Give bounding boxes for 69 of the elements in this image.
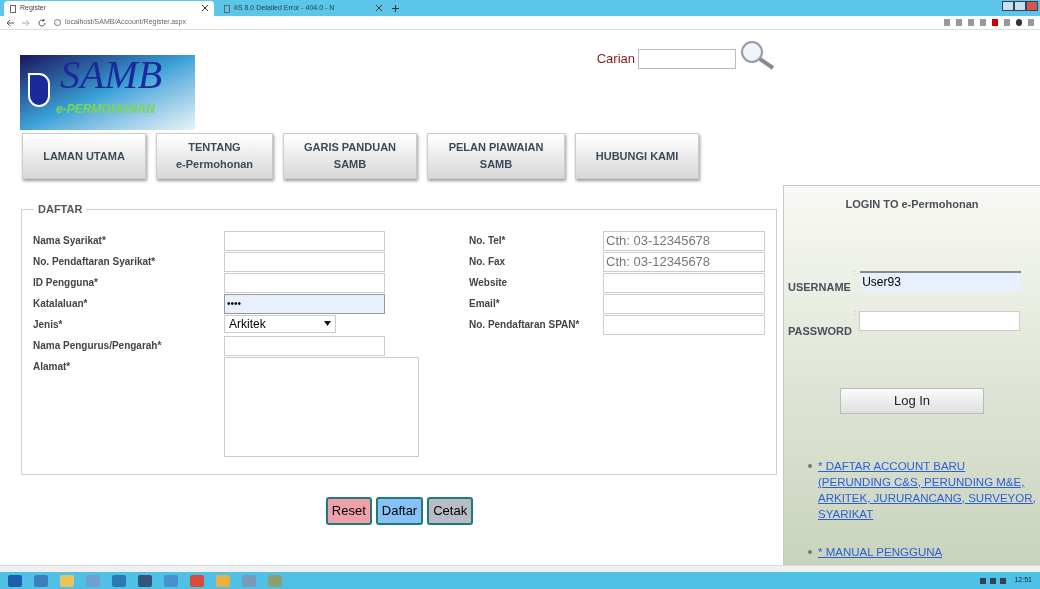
field-label: PASSWORD: [788, 325, 852, 337]
form-legend: DAFTAR: [34, 201, 87, 218]
minimize-icon[interactable]: [1002, 1, 1014, 11]
username-field[interactable]: User93: [860, 270, 1022, 291]
password-field[interactable]: ••••: [224, 293, 385, 314]
field-label: Email*: [469, 296, 501, 311]
close-tab-icon[interactable]: [376, 5, 382, 11]
form-button[interactable]: Daftar: [375, 497, 424, 525]
input-field[interactable]: [224, 230, 385, 251]
search-label: Carian: [596, 50, 635, 69]
field-label: No. Tel*: [469, 233, 507, 248]
field-label: Nama Syarikat*: [33, 233, 107, 248]
form-button[interactable]: Reset: [325, 497, 372, 525]
login-button[interactable]: Log In: [840, 387, 984, 414]
nav-button[interactable]: PELAN PIAWAIAN SAMB: [427, 133, 565, 179]
nav-button[interactable]: HUBUNGI KAMI: [575, 133, 699, 179]
link[interactable]: * DAFTAR ACCOUNT BARU (PERUNDING C&S, PERUNDING M&E, ARKITEK, JURURANCANG, SURVEYOR, SYARIKAT: [818, 457, 1036, 522]
address-textarea[interactable]: [224, 356, 419, 457]
maximize-icon[interactable]: [1014, 1, 1026, 11]
field-label: No. Pendaftaran Syarikat*: [33, 254, 157, 269]
start-button[interactable]: [8, 574, 22, 587]
input-field[interactable]: Cth: 03-12345678: [603, 251, 765, 272]
forward-icon[interactable]: [22, 18, 30, 27]
dropdown-arrow-icon: [324, 321, 331, 326]
search-field[interactable]: [638, 49, 736, 69]
field-label: No. Pendaftaran SPAN*: [469, 317, 581, 332]
taskbar-app-icon[interactable]: [164, 574, 178, 587]
logo-title: SAMB: [60, 55, 163, 95]
input-field[interactable]: [224, 251, 385, 272]
search-icon[interactable]: [739, 40, 775, 70]
nav-button[interactable]: TENTANG e-Permohonan: [156, 133, 273, 179]
link[interactable]: * MANUAL PENGGUNA: [818, 543, 943, 560]
field-label: Website: [469, 275, 509, 290]
colon-separator: :: [852, 266, 856, 279]
login-title: LOGIN TO e-Permohonan: [845, 197, 979, 212]
field-label: Jenis*: [33, 317, 64, 332]
field-label: Katalaluan*: [33, 296, 89, 311]
bullet-icon: [808, 549, 812, 554]
horizontal-scrollbar[interactable]: [0, 565, 1040, 572]
logo-subtitle: e-PERMOHONAN: [56, 103, 155, 115]
field-label: USERNAME: [788, 281, 851, 293]
page-icon: [10, 4, 16, 13]
input-field[interactable]: Cth: 03-12345678: [603, 230, 765, 251]
input-field[interactable]: [603, 314, 765, 335]
nav-button[interactable]: LAMAN UTAMA: [22, 133, 146, 179]
new-tab-icon[interactable]: [392, 4, 399, 12]
colon-separator: :: [853, 306, 857, 319]
back-icon[interactable]: [6, 18, 14, 27]
select-field[interactable]: Arkitek: [224, 314, 336, 333]
input-field[interactable]: [603, 293, 765, 314]
reload-icon[interactable]: [38, 18, 46, 27]
taskbar-app-icon[interactable]: [190, 574, 204, 587]
field-label: No. Fax: [469, 254, 507, 269]
password-field[interactable]: [859, 310, 1021, 331]
taskbar-app-icon[interactable]: [138, 574, 152, 587]
water-drop-icon: [28, 73, 50, 107]
field-label: ID Pengguna*: [33, 275, 99, 290]
bullet-icon: [808, 463, 812, 468]
close-tab-icon[interactable]: [202, 5, 208, 11]
input-field[interactable]: [224, 335, 385, 356]
taskbar-app-icon[interactable]: [112, 574, 126, 587]
field-label: Alamat*: [33, 359, 72, 374]
nav-button[interactable]: GARIS PANDUAN SAMB: [283, 133, 417, 179]
form-button[interactable]: Cetak: [427, 497, 474, 525]
input-field[interactable]: [603, 272, 765, 293]
field-label: Nama Pengurus/Pengarah*: [33, 338, 163, 353]
input-field[interactable]: [224, 272, 385, 293]
page-icon: [224, 4, 230, 13]
taskbar-app-icon[interactable]: [34, 574, 48, 587]
